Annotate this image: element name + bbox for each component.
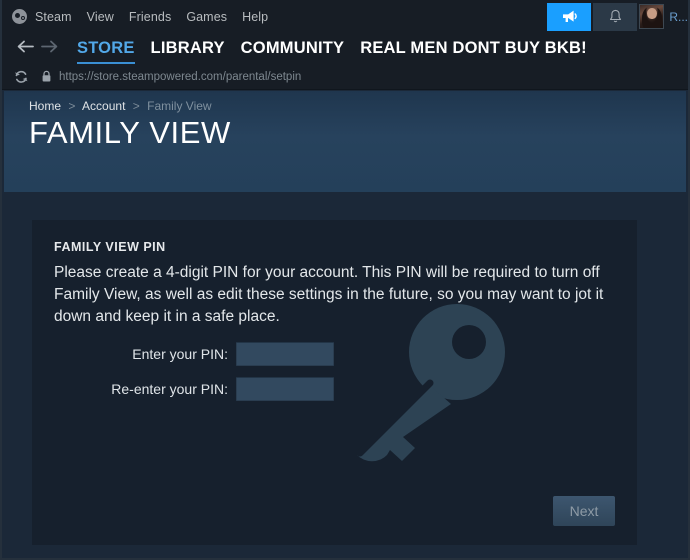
page-title: FAMILY VIEW bbox=[29, 115, 231, 150]
breadcrumb-home[interactable]: Home bbox=[29, 99, 61, 113]
avatar bbox=[639, 4, 665, 29]
pin-form: Enter your PIN: Re-enter your PIN: bbox=[54, 342, 334, 412]
next-button[interactable]: Next bbox=[553, 496, 615, 526]
breadcrumb: Home > Account > Family View bbox=[29, 99, 212, 113]
url-text[interactable]: https://store.steampowered.com/parental/… bbox=[59, 71, 301, 83]
notifications-button[interactable] bbox=[593, 2, 638, 31]
nav-tab-community[interactable]: COMMUNITY bbox=[241, 39, 345, 59]
pin-row: Enter your PIN: bbox=[54, 342, 334, 366]
reload-icon bbox=[15, 70, 28, 83]
reload-button[interactable] bbox=[13, 70, 35, 84]
menu-item-steam[interactable]: Steam bbox=[35, 10, 72, 24]
pin-confirm-input[interactable] bbox=[236, 377, 334, 401]
forward-button[interactable] bbox=[37, 39, 61, 58]
section-label: FAMILY VIEW PIN bbox=[54, 240, 166, 254]
breadcrumb-current: Family View bbox=[147, 99, 212, 113]
breadcrumb-separator-2: > bbox=[132, 99, 140, 113]
bell-icon bbox=[609, 9, 621, 23]
nav-tab-store[interactable]: STORE bbox=[77, 39, 135, 65]
steam-logo-icon[interactable] bbox=[12, 9, 27, 24]
breadcrumb-separator-1: > bbox=[68, 99, 76, 113]
menu-item-help[interactable]: Help bbox=[242, 10, 268, 24]
nav-tab-profile[interactable]: REAL MEN DONT BUY BKB! bbox=[360, 39, 587, 59]
megaphone-icon bbox=[562, 10, 577, 22]
arrow-right-icon bbox=[40, 40, 57, 53]
ssl-lock-icon bbox=[35, 70, 57, 83]
steam-client-window: Steam View Friends Games Help R... STORE… bbox=[0, 0, 690, 560]
pin-confirm-label: Re-enter your PIN: bbox=[111, 381, 228, 397]
menu-item-view[interactable]: View bbox=[87, 10, 114, 24]
lock-icon bbox=[42, 70, 50, 82]
family-view-pin-panel: FAMILY VIEW PIN Please create a 4-digit … bbox=[32, 220, 637, 545]
intro-text: Please create a 4-digit PIN for your acc… bbox=[54, 264, 604, 325]
broadcast-button[interactable] bbox=[547, 2, 592, 31]
pin-label: Enter your PIN: bbox=[132, 346, 228, 362]
client-menu-bar: Steam View Friends Games Help R... bbox=[2, 0, 688, 33]
breadcrumb-account[interactable]: Account bbox=[82, 99, 125, 113]
browser-nav-bar: STORE LIBRARY COMMUNITY REAL MEN DONT BU… bbox=[2, 33, 688, 65]
arrow-left-icon bbox=[17, 40, 34, 53]
pin-confirm-row: Re-enter your PIN: bbox=[54, 377, 334, 401]
username-label: R... bbox=[669, 9, 688, 24]
menu-item-friends[interactable]: Friends bbox=[129, 10, 171, 24]
user-account-button[interactable]: R... bbox=[639, 0, 688, 33]
page-header-band: Home > Account > Family View FAMILY VIEW bbox=[4, 91, 686, 192]
url-bar: https://store.steampowered.com/parental/… bbox=[2, 64, 688, 90]
menu-item-games[interactable]: Games bbox=[186, 10, 227, 24]
pin-input[interactable] bbox=[236, 342, 334, 366]
nav-tab-library[interactable]: LIBRARY bbox=[151, 39, 225, 59]
back-button[interactable] bbox=[13, 39, 37, 58]
client-menu-right: R... bbox=[547, 0, 688, 33]
page-body: FAMILY VIEW PIN Please create a 4-digit … bbox=[4, 192, 686, 556]
